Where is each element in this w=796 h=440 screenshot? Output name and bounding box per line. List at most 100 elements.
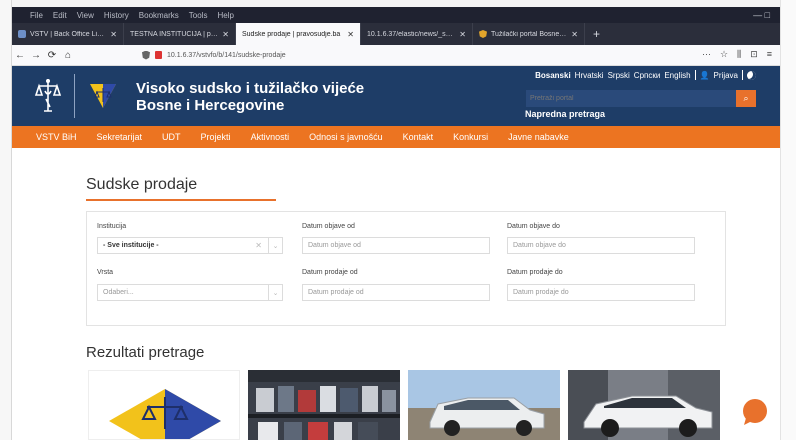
browser-menubar: File Edit View History Bookmarks Tools H…: [12, 7, 780, 23]
tab-title: Tužilački portal Bosne i Hercegovine: [491, 30, 567, 38]
clear-selection-icon[interactable]: ✕: [255, 241, 262, 250]
menu-file[interactable]: File: [30, 11, 43, 20]
result-card[interactable]: [568, 370, 720, 440]
nav-vstv-bih[interactable]: VSTV BiH: [36, 132, 77, 142]
browser-tab[interactable]: TESTNA INSTITUCIJA | pravosudje.ba ✕: [124, 23, 236, 45]
nav-konkursi[interactable]: Konkursi: [453, 132, 488, 142]
bookmark-star-icon[interactable]: ☆: [720, 49, 728, 60]
lang-srpski-cyrillic[interactable]: Српски: [634, 71, 661, 80]
dark-mode-moon-icon[interactable]: [747, 70, 756, 80]
page-actions-icon[interactable]: ···: [702, 49, 711, 60]
lang-srpski-latin[interactable]: Srpski: [608, 71, 630, 80]
page-content: Sudske prodaje Institucija - Sve institu…: [12, 148, 780, 440]
type-select-placeholder: Odaberi...: [103, 289, 134, 296]
close-tab-icon[interactable]: ✕: [459, 30, 466, 39]
new-tab-button[interactable]: +: [585, 23, 608, 45]
advanced-search-link[interactable]: Napredna pretraga: [525, 109, 605, 119]
menu-help[interactable]: Help: [217, 11, 233, 20]
window-controls[interactable]: — □: [753, 10, 770, 20]
browser-navbar: ← → ⟳ ⌂ 10.1.6.37/vstvfo/b/141/sudske-pr…: [12, 45, 780, 66]
browser-tab[interactable]: Tužilački portal Bosne i Hercegovine ✕: [473, 23, 585, 45]
url-bar[interactable]: 10.1.6.37/vstvfo/b/141/sudske-prodaje: [142, 47, 662, 63]
result-card[interactable]: [248, 370, 400, 440]
lang-hrvatski[interactable]: Hrvatski: [575, 71, 604, 80]
shelf-goods-photo: [248, 370, 400, 440]
vstv-emblem-image: [109, 389, 221, 439]
chevron-down-icon[interactable]: ⌄: [268, 285, 282, 300]
chevron-down-icon[interactable]: ⌄: [268, 238, 282, 253]
justice-figure-logo-icon[interactable]: [34, 77, 62, 113]
sidebar-icon[interactable]: ⊡: [750, 49, 758, 60]
close-tab-icon[interactable]: ✕: [571, 30, 578, 39]
published-to-field[interactable]: Datum objave do: [507, 237, 695, 254]
result-card[interactable]: [88, 370, 240, 440]
home-button[interactable]: ⌂: [60, 50, 76, 61]
close-tab-icon[interactable]: ✕: [222, 30, 229, 39]
search-icon[interactable]: ⌕: [736, 90, 756, 107]
institution-select[interactable]: - Sve institucije - ✕ ⌄: [97, 237, 283, 254]
shield-favicon-icon: [479, 30, 487, 38]
lang-bosanski[interactable]: Bosanski: [535, 71, 571, 80]
browser-tab-bar: VSTV | Back Office Light ✕ TESTNA INSTIT…: [12, 23, 780, 45]
site-search-input[interactable]: [526, 90, 736, 107]
nav-projekti[interactable]: Projekti: [201, 132, 231, 142]
site-favicon-icon: [18, 30, 26, 38]
close-tab-icon[interactable]: ✕: [110, 30, 117, 39]
insecure-lock-icon[interactable]: [155, 51, 162, 59]
nav-aktivnosti[interactable]: Aktivnosti: [251, 132, 290, 142]
filter-panel: Institucija - Sve institucije - ✕ ⌄ Datu…: [86, 211, 726, 326]
results-title: Rezultati pretrage: [86, 344, 205, 361]
language-switcher: Bosanski Hrvatski Srpski Српски English …: [535, 70, 756, 80]
close-tab-icon[interactable]: ✕: [347, 30, 354, 39]
nav-udt[interactable]: UDT: [162, 132, 181, 142]
tab-title: 10.1.6.37/elastic/news/_search/: [367, 30, 456, 38]
logo-divider: [74, 74, 75, 118]
sale-from-field[interactable]: Datum prodaje od: [302, 284, 490, 301]
browser-tab[interactable]: VSTV | Back Office Light ✕: [12, 23, 124, 45]
main-nav: VSTV BiH Sekretarijat UDT Projekti Aktiv…: [12, 126, 780, 148]
sale-to-field[interactable]: Datum prodaje do: [507, 284, 695, 301]
nav-kontakt[interactable]: Kontakt: [403, 132, 434, 142]
nav-javne-nabavke[interactable]: Javne nabavke: [508, 132, 569, 142]
menu-hamburger-icon[interactable]: ≡: [767, 49, 772, 60]
url-text[interactable]: 10.1.6.37/vstvfo/b/141/sudske-prodaje: [167, 52, 286, 59]
sale-to-label: Datum prodaje do: [507, 269, 563, 276]
menu-view[interactable]: View: [77, 11, 94, 20]
published-from-field[interactable]: Datum objave od: [302, 237, 490, 254]
page-title: Sudske prodaje: [86, 176, 198, 193]
tracking-shield-icon[interactable]: [142, 50, 150, 60]
reload-button[interactable]: ⟳: [44, 50, 60, 61]
white-car-photo: [408, 370, 560, 440]
tab-title: Sudske prodaje | pravosudje.ba: [242, 30, 341, 38]
browser-tab[interactable]: 10.1.6.37/elastic/news/_search/ ✕: [361, 23, 473, 45]
site-search: ⌕: [526, 90, 756, 107]
title-underline: [86, 199, 276, 201]
tab-title: TESTNA INSTITUCIJA | pravosudje.ba: [130, 30, 218, 38]
site-header: Visoko sudsko i tužilačko vijeće Bosne i…: [12, 66, 780, 126]
nav-sekretarijat[interactable]: Sekretarijat: [97, 132, 143, 142]
sale-from-label: Datum prodaje od: [302, 269, 358, 276]
institution-select-value: - Sve institucije -: [103, 242, 159, 249]
site-title[interactable]: Visoko sudsko i tužilačko vijeće Bosne i…: [136, 80, 364, 114]
type-select[interactable]: Odaberi... ⌄: [97, 284, 283, 301]
vstv-emblem-icon[interactable]: [88, 80, 118, 110]
lang-divider: [742, 70, 743, 80]
menu-edit[interactable]: Edit: [53, 11, 67, 20]
menu-bookmarks[interactable]: Bookmarks: [139, 11, 179, 20]
browser-tab-active[interactable]: Sudske prodaje | pravosudje.ba ✕: [236, 23, 361, 45]
back-button[interactable]: ←: [12, 50, 28, 61]
result-card[interactable]: [408, 370, 560, 440]
monitor-frame-left: [0, 0, 12, 440]
library-icon[interactable]: ⫼: [737, 49, 741, 60]
monitor-frame-top: [0, 0, 796, 7]
type-label: Vrsta: [97, 269, 114, 276]
lang-english[interactable]: English: [664, 71, 690, 80]
nav-odnosi-s-javnoscu[interactable]: Odnosi s javnošću: [309, 132, 383, 142]
menu-history[interactable]: History: [104, 11, 129, 20]
chat-bubble-icon[interactable]: [740, 398, 770, 426]
lang-divider: [694, 70, 696, 80]
menu-tools[interactable]: Tools: [189, 11, 208, 20]
white-suv-photo: [568, 370, 720, 440]
forward-button[interactable]: →: [28, 50, 44, 61]
login-link[interactable]: Prijava: [714, 71, 738, 80]
